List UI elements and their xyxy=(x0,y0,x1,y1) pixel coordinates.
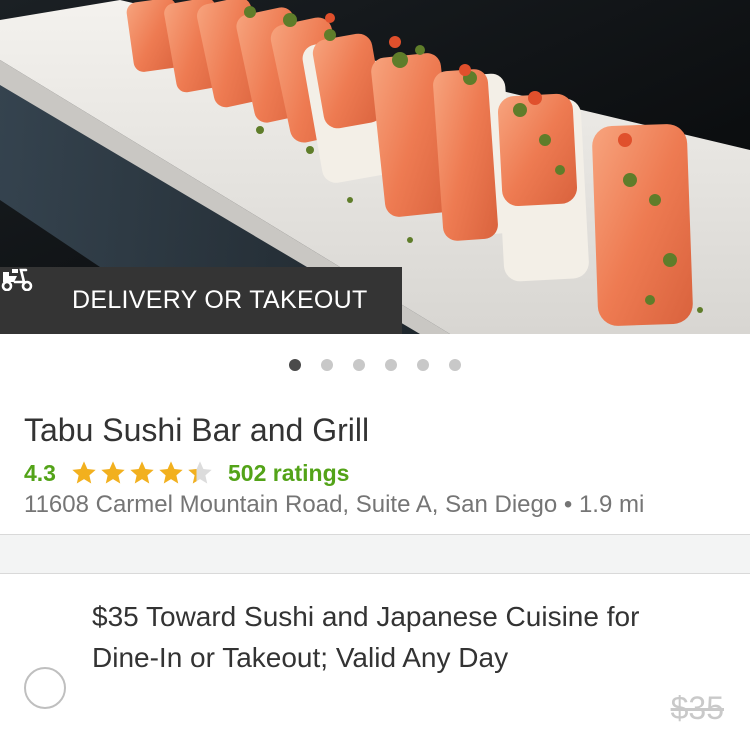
rating-value: 4.3 xyxy=(24,459,56,486)
hero-image[interactable]: DELIVERY OR TAKEOUT xyxy=(0,0,750,334)
ratings-count[interactable]: 502 ratings xyxy=(228,460,349,487)
rating-row[interactable]: 4.3 502 ratings xyxy=(24,456,349,490)
star-icon-full xyxy=(130,461,154,484)
section-divider xyxy=(0,534,750,574)
star-icon-full xyxy=(72,461,96,484)
badge-label: DELIVERY OR TAKEOUT xyxy=(72,286,368,314)
carousel-dot-4[interactable] xyxy=(385,359,397,371)
delivery-takeout-badge: DELIVERY OR TAKEOUT xyxy=(0,267,402,334)
star-icon-full xyxy=(159,461,183,484)
scooter-icon xyxy=(1,268,58,313)
star-rating xyxy=(70,459,214,487)
carousel-dot-6[interactable] xyxy=(449,359,461,371)
carousel-dot-2[interactable] xyxy=(321,359,333,371)
carousel-dot-1[interactable] xyxy=(289,359,301,371)
merchant-name: Tabu Sushi Bar and Grill xyxy=(24,412,370,448)
deal-page: DELIVERY OR TAKEOUT Tabu Sushi Bar and G… xyxy=(0,0,750,731)
original-price: $35 xyxy=(670,690,724,726)
star-icon-partial xyxy=(188,461,212,484)
star-icon-full xyxy=(101,461,125,484)
deal-option-title[interactable]: $35 Toward Sushi and Japanese Cuisine fo… xyxy=(92,596,712,678)
deal-option-radio[interactable] xyxy=(24,667,66,709)
carousel-dot-5[interactable] xyxy=(417,359,429,371)
carousel-dot-3[interactable] xyxy=(353,359,365,371)
merchant-address[interactable]: 11608 Carmel Mountain Road, Suite A, San… xyxy=(24,491,644,519)
carousel-dots xyxy=(0,359,750,371)
